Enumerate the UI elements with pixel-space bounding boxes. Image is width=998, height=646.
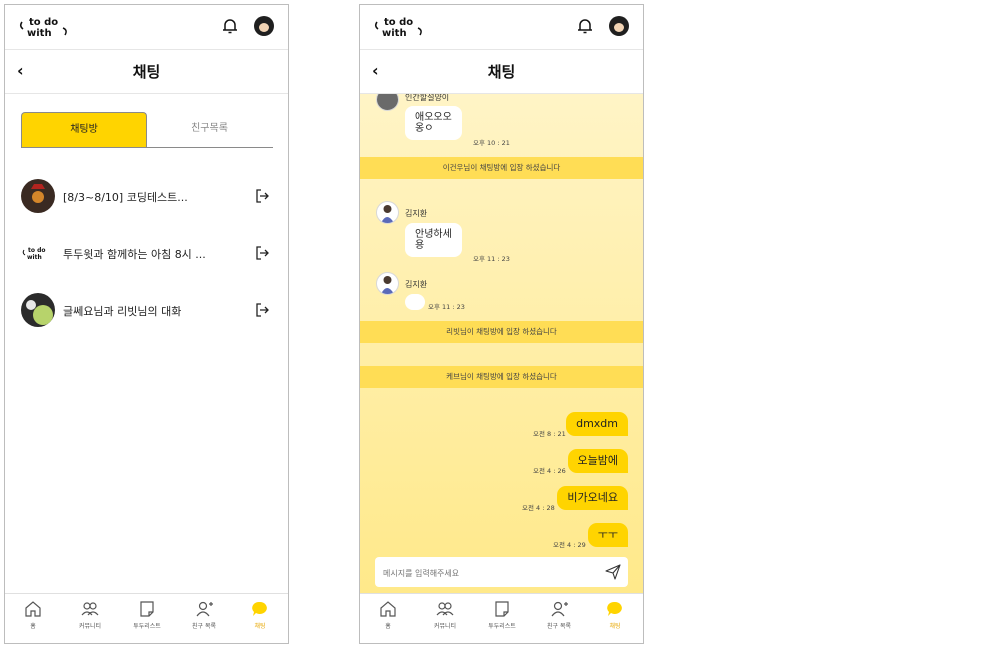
- profile-avatar[interactable]: [254, 16, 274, 36]
- chat-room-screen: to do with ‹ 채팅 인간할설양이 애오오오 옹ㅇ 오후 10 : 2…: [359, 4, 644, 644]
- sender-avatar[interactable]: [376, 201, 399, 224]
- svg-text:to do: to do: [384, 17, 413, 28]
- svg-text:with: with: [27, 28, 52, 39]
- sender-avatar[interactable]: [376, 272, 399, 295]
- system-message: 케브님이 채팅방에 입장 하셨습니다: [360, 366, 643, 388]
- todowith-logo[interactable]: to do with: [19, 14, 71, 40]
- message-time: 오전 4 : 28: [522, 504, 555, 512]
- nav-chat[interactable]: 채팅: [232, 600, 288, 640]
- todowith-logo[interactable]: to do with: [374, 14, 426, 40]
- sender-name: 인간할설양이: [405, 94, 450, 102]
- exit-room-icon[interactable]: [255, 246, 269, 260]
- profile-avatar[interactable]: [609, 16, 629, 36]
- message-bubble: 애오오오 옹ㅇ: [405, 106, 462, 140]
- bell-icon[interactable]: [576, 17, 594, 35]
- top-bar: to do with: [5, 5, 288, 50]
- svg-text:with: with: [382, 28, 407, 39]
- system-message: 리빗님이 채팅방에 입장 하셨습니다: [360, 321, 643, 343]
- room-avatar: [21, 179, 55, 213]
- todolist-icon: [140, 601, 154, 617]
- chat-room-item[interactable]: 글쎄요님과 리빗님의 대화: [5, 291, 288, 331]
- chat-tabs: 채팅방 친구목록: [21, 112, 273, 148]
- room-name: 투두윗과 함께하는 아침 8시 ...: [63, 248, 206, 261]
- community-icon: [436, 602, 454, 616]
- exit-room-icon[interactable]: [255, 303, 269, 317]
- svg-text:to do: to do: [28, 247, 46, 254]
- page-title: 채팅: [487, 63, 516, 81]
- my-message-bubble: ㅜㅜ: [587, 523, 628, 547]
- sender-avatar[interactable]: [376, 94, 399, 111]
- message-time: 오전 8 : 21: [533, 430, 566, 438]
- sender-name: 김지환: [405, 280, 428, 289]
- exit-room-icon[interactable]: [255, 189, 269, 203]
- message-composer: [375, 557, 628, 587]
- home-icon: [380, 601, 396, 617]
- bottom-nav: 홈 커뮤니티 투두리스트 친구 목록 채팅: [5, 593, 288, 643]
- bottom-nav: 홈 커뮤니티 투두리스트 친구 목록 채팅: [360, 593, 643, 643]
- tab-chatroom[interactable]: 채팅방: [21, 112, 147, 147]
- home-icon: [25, 601, 41, 617]
- nav-community[interactable]: 커뮤니티: [62, 600, 118, 640]
- svg-text:with: with: [27, 254, 42, 261]
- top-bar: to do with: [360, 5, 643, 50]
- nav-chat[interactable]: 채팅: [587, 600, 643, 640]
- room-avatar: to do with: [21, 236, 55, 270]
- message-input[interactable]: [381, 563, 595, 583]
- page-header: ‹ 채팅: [360, 50, 643, 94]
- send-icon[interactable]: [605, 564, 621, 580]
- message-time: 오후 11 : 23: [428, 303, 465, 311]
- nav-home[interactable]: 홈: [360, 600, 416, 640]
- my-message-bubble: 비가오네요: [557, 486, 628, 510]
- tab-friend-list[interactable]: 친구목록: [146, 112, 273, 146]
- message-bubble: 안녕하세 용: [405, 223, 462, 257]
- chat-icon: [607, 601, 622, 616]
- message-time: 오전 4 : 26: [533, 467, 566, 475]
- room-avatar: [21, 293, 55, 327]
- message-time: 오후 11 : 23: [473, 255, 510, 263]
- nav-home[interactable]: 홈: [5, 600, 61, 640]
- svg-text:to do: to do: [29, 17, 58, 28]
- nav-todolist[interactable]: 투두리스트: [474, 600, 530, 640]
- sender-name: 김지환: [405, 209, 428, 218]
- chat-icon: [252, 601, 267, 616]
- chat-room-item[interactable]: [8/3~8/10] 코딩테스트...: [5, 177, 288, 217]
- chat-room-item[interactable]: to do with 투두윗과 함께하는 아침 8시 ...: [5, 234, 288, 274]
- message-time: 오전 4 : 29: [553, 541, 586, 549]
- room-name: 글쎄요님과 리빗님의 대화: [63, 305, 182, 318]
- nav-community[interactable]: 커뮤니티: [417, 600, 473, 640]
- my-message-bubble: dmxdm: [566, 412, 628, 436]
- nav-friends[interactable]: 친구 목록: [531, 600, 587, 640]
- nav-todolist[interactable]: 투두리스트: [119, 600, 175, 640]
- todolist-icon: [495, 601, 509, 617]
- nav-friends[interactable]: 친구 목록: [176, 600, 232, 640]
- message-bubble: [405, 294, 425, 310]
- my-message-bubble: 오늘밤에: [567, 449, 628, 473]
- room-name: [8/3~8/10] 코딩테스트...: [63, 191, 188, 204]
- friend-add-icon: [196, 601, 213, 617]
- chat-messages[interactable]: 인간할설양이 애오오오 옹ㅇ 오후 10 : 21 이건우님이 채팅방에 입장 …: [360, 94, 643, 593]
- page-header: ‹ 채팅: [5, 50, 288, 94]
- community-icon: [81, 602, 99, 616]
- system-message: 이건우님이 채팅방에 입장 하셨습니다: [360, 157, 643, 179]
- bell-icon[interactable]: [221, 17, 239, 35]
- page-title: 채팅: [132, 63, 161, 81]
- message-time: 오후 10 : 21: [473, 139, 510, 147]
- friend-add-icon: [551, 601, 568, 617]
- chat-list-screen: to do with ‹ 채팅 채팅방 친구목록 [8/3~8/10] 코딩테스…: [4, 4, 289, 644]
